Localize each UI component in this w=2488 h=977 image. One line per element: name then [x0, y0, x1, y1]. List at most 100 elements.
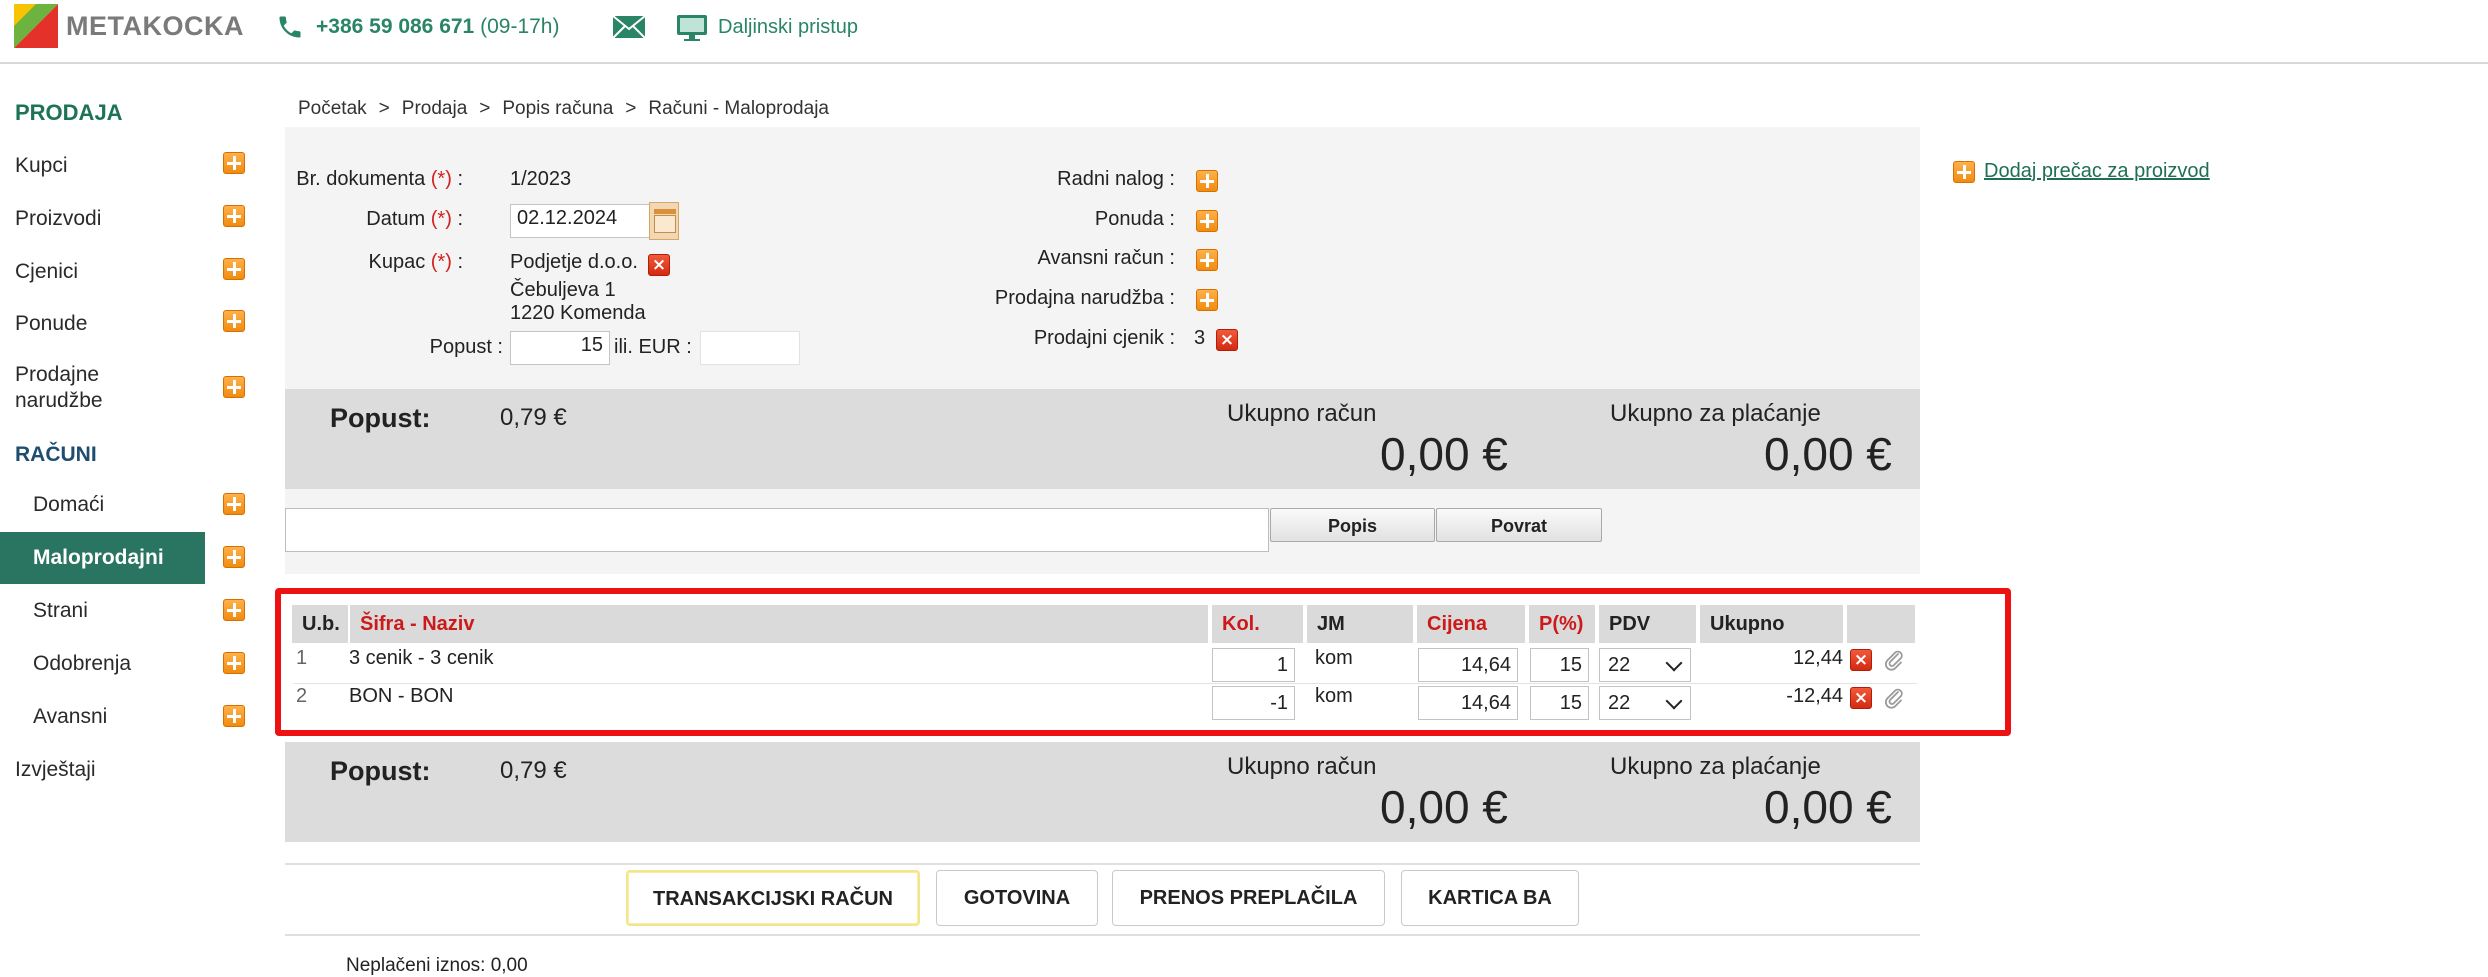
- to-pay-label: Ukupno za plaćanje: [1610, 400, 1821, 427]
- doc-number-value: 1/2023: [510, 168, 572, 190]
- sidebar-item-label: Cjenici: [15, 260, 79, 283]
- to-pay-label: Ukupno za plaćanje: [1610, 753, 1821, 780]
- add-retail-plus-icon[interactable]: [223, 546, 245, 568]
- add-advance-plus-icon[interactable]: [223, 705, 245, 727]
- invoice-total-value: 0,00 €: [1380, 781, 1508, 833]
- price-list-label: Prodajni cjenik :: [1033, 327, 1175, 349]
- add-price-list-plus-icon[interactable]: [223, 258, 245, 280]
- unpaid-amount-value: 0,00: [490, 955, 528, 976]
- add-quote-plus-icon[interactable]: [223, 310, 245, 332]
- to-pay-value: 0,00 €: [1764, 428, 1892, 480]
- invoice-total-value: 0,00 €: [1380, 428, 1508, 480]
- remove-customer-x-icon[interactable]: ×: [648, 254, 670, 276]
- calendar-icon[interactable]: [649, 202, 679, 240]
- payments-divider-top: [285, 863, 1920, 865]
- sidebar-item-sales-orders[interactable]: Prodajne narudžbe: [0, 360, 245, 420]
- phone-number[interactable]: +386 59 086 671 (09-17h): [316, 15, 559, 39]
- unpaid-amount-label: Neplačeni iznos:: [346, 955, 486, 976]
- breadcrumb-separator: >: [378, 98, 390, 119]
- breadcrumb-separator: >: [625, 98, 637, 119]
- add-advance-invoice-plus-icon[interactable]: [1196, 249, 1218, 271]
- colon: :: [457, 208, 463, 230]
- customer-street: Čebuljeva 1: [510, 279, 616, 301]
- sidebar-item-quotes[interactable]: Ponude: [0, 307, 245, 343]
- sidebar-item-advance[interactable]: Avansni: [0, 700, 245, 736]
- sidebar-item-retail[interactable]: Maloprodajni: [0, 532, 245, 584]
- discount-eur-label: ili. EUR :: [614, 336, 692, 358]
- sidebar-item-label: Ponude: [15, 312, 88, 335]
- mail-icon[interactable]: [612, 15, 646, 39]
- required-mark: (*): [430, 168, 452, 190]
- breadcrumb-invoice-list[interactable]: Popis računa: [502, 98, 613, 119]
- discount-label: Popust :: [429, 336, 503, 358]
- required-mark: (*): [430, 251, 452, 273]
- add-foreign-plus-icon[interactable]: [223, 599, 245, 621]
- add-credit-note-plus-icon[interactable]: [223, 652, 245, 674]
- sidebar-item-label: Izvještaji: [15, 758, 96, 781]
- sidebar-item-label: Proizvodi: [15, 207, 102, 230]
- add-sales-order-plus-icon[interactable]: [1196, 289, 1218, 311]
- totals-discount-value: 0,79 €: [500, 757, 567, 784]
- add-quote-plus-icon[interactable]: [1196, 210, 1218, 232]
- product-search-input[interactable]: [285, 508, 1269, 552]
- breadcrumb: Početak > Prodaja > Popis računa > Računi - Ma…: [298, 98, 829, 120]
- date-input[interactable]: 02.12.2024: [510, 204, 650, 238]
- overpayment-transfer-button[interactable]: PRENOS PREPLAČILA: [1112, 870, 1385, 926]
- invoice-total-label: Ukupno račun: [1227, 400, 1377, 427]
- sidebar-section-invoices: RAČUNI: [15, 443, 97, 466]
- sidebar-item-label-line1: Prodajne: [15, 363, 100, 386]
- sidebar-item-foreign[interactable]: Strani: [0, 594, 245, 630]
- sidebar-item-label: Strani: [33, 599, 88, 622]
- customer-label-text: Kupac: [368, 251, 426, 273]
- return-button[interactable]: Povrat: [1436, 508, 1602, 542]
- sidebar-item-label-line2: narudžbe: [15, 389, 103, 412]
- discount-eur-input[interactable]: [700, 331, 800, 365]
- add-product-shortcut-link[interactable]: Dodaj prečac za proizvod: [1984, 160, 2210, 183]
- monitor-icon[interactable]: [676, 14, 708, 42]
- sidebar-item-credit-notes[interactable]: Odobrenja: [0, 647, 245, 683]
- sidebar-item-products[interactable]: Proizvodi: [0, 202, 245, 238]
- cash-button[interactable]: GOTOVINA: [936, 870, 1098, 926]
- bank-transfer-button[interactable]: TRANSAKCIJSKI RAČUN: [626, 870, 920, 926]
- sidebar-item-label: Odobrenja: [33, 652, 132, 675]
- phone-icon: [279, 16, 301, 38]
- sidebar-item-reports[interactable]: Izvještaji: [0, 753, 205, 789]
- sidebar-item-price-lists[interactable]: Cjenici: [0, 255, 245, 291]
- to-pay-value: 0,00 €: [1764, 781, 1892, 833]
- totals-discount-label: Popust:: [330, 403, 431, 433]
- work-order-label: Radni nalog :: [1057, 168, 1175, 190]
- unpaid-amount: Neplačeni iznos: 0,00: [346, 955, 528, 977]
- add-customer-plus-icon[interactable]: [223, 152, 245, 174]
- customer-label: Kupac (*) :: [243, 251, 463, 274]
- advance-invoice-label: Avansni račun :: [1037, 247, 1176, 269]
- shortcut-plus-icon[interactable]: [1953, 161, 1975, 183]
- doc-number-label-text: Br. dokumenta: [296, 168, 426, 190]
- list-button[interactable]: Popis: [1270, 508, 1435, 542]
- breadcrumb-sales[interactable]: Prodaja: [402, 98, 468, 119]
- payments-divider-bottom: [285, 934, 1920, 936]
- logo-text[interactable]: METAKOCKA: [66, 11, 244, 42]
- totals-discount-value: 0,79 €: [500, 404, 567, 431]
- doc-number-label: Br. dokumenta (*) :: [243, 168, 463, 191]
- add-product-plus-icon[interactable]: [223, 205, 245, 227]
- discount-percent-input[interactable]: 15: [510, 331, 610, 365]
- add-work-order-plus-icon[interactable]: [1196, 170, 1218, 192]
- quote-label: Ponuda :: [1094, 208, 1175, 230]
- add-domestic-plus-icon[interactable]: [223, 493, 245, 515]
- phone-hours: (09-17h): [480, 15, 560, 38]
- date-label-text: Datum: [366, 208, 426, 230]
- sidebar-item-customers[interactable]: Kupci: [0, 149, 245, 185]
- sidebar-section-sales: PRODAJA: [15, 100, 123, 125]
- colon: :: [457, 251, 463, 273]
- customer-name: Podjetje d.o.o.: [510, 251, 638, 273]
- remove-price-list-x-icon[interactable]: ×: [1216, 329, 1238, 351]
- breadcrumb-current: Računi - Maloprodaja: [648, 98, 829, 119]
- remote-access-link[interactable]: Daljinski pristup: [718, 16, 858, 39]
- price-list-value: 3: [1194, 327, 1206, 349]
- sidebar-item-domestic[interactable]: Domaći: [0, 488, 245, 524]
- card-ba-button[interactable]: KARTICA BA: [1401, 870, 1579, 926]
- logo-icon: [14, 4, 58, 48]
- add-sales-order-plus-icon[interactable]: [223, 376, 245, 398]
- date-label: Datum (*) :: [243, 208, 463, 231]
- breadcrumb-home[interactable]: Početak: [298, 98, 367, 119]
